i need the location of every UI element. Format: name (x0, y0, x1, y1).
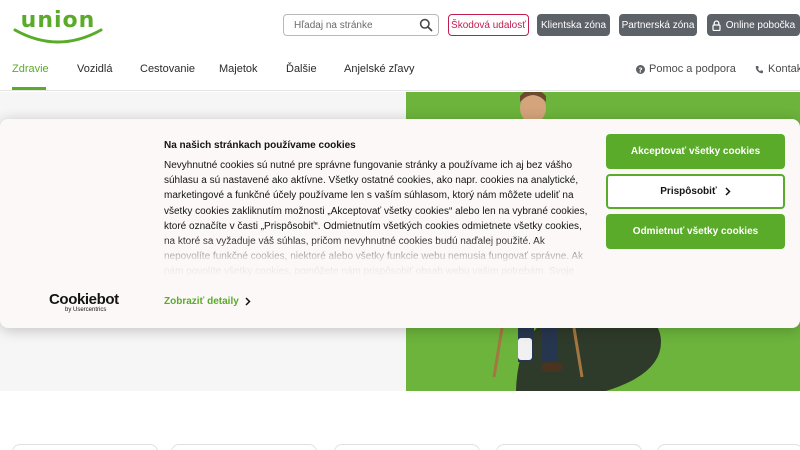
cookie-banner: Na našich stránkach používame cookies Ne… (0, 119, 800, 328)
search-input[interactable] (284, 15, 416, 35)
nav-item-anjelske-zlavy[interactable]: Anjelské zľavy (344, 63, 414, 75)
lock-icon (712, 19, 721, 31)
product-card[interactable] (12, 444, 158, 450)
partner-zone-label: Partnerská zóna (621, 19, 695, 31)
product-card[interactable] (657, 444, 800, 450)
chevron-right-icon (725, 187, 731, 196)
cookiebot-logo-main: Cookiebot (49, 291, 119, 308)
search-box[interactable] (283, 14, 439, 36)
deny-all-label: Odmietnuť všetky cookies (632, 226, 759, 237)
svg-text:?: ? (638, 66, 642, 74)
product-card[interactable] (334, 444, 480, 450)
main-nav: Zdravie Vozidlá Cestovanie Majetok Ďalši… (0, 55, 800, 91)
nav-item-zdravie[interactable]: Zdravie (12, 63, 49, 75)
chevron-right-icon (245, 297, 251, 306)
union-logo[interactable]: union (12, 8, 104, 44)
online-branch-label: Online pobočka (725, 19, 796, 31)
accept-all-label: Akceptovať všetky cookies (630, 146, 761, 157)
partner-zone-button[interactable]: Partnerská zóna (619, 14, 697, 36)
client-zone-button[interactable]: Klientska zóna (537, 14, 610, 36)
client-zone-label: Klientska zóna (540, 19, 607, 31)
claim-button[interactable]: Škodová udalosť (448, 14, 529, 36)
cookiebot-logo: Cookiebot by Usercentrics (49, 291, 119, 313)
product-card[interactable] (171, 444, 317, 450)
show-details-link[interactable]: Zobraziť detaily (164, 296, 251, 307)
search-icon[interactable] (419, 18, 433, 32)
nav-item-majetok[interactable]: Majetok (219, 63, 258, 75)
question-circle-icon: ? (636, 64, 645, 74)
help-label: Pomoc a podpora (649, 63, 736, 75)
customize-cookies-button[interactable]: Prispôsobiť (606, 174, 785, 209)
online-branch-button[interactable]: Online pobočka (707, 14, 800, 36)
phone-icon (755, 65, 763, 73)
contact-link[interactable]: Kontakt (755, 63, 800, 75)
cookie-title: Na našich stránkach používame cookies (164, 140, 356, 151)
claim-button-label: Škodová udalosť (451, 19, 526, 31)
help-link[interactable]: ? Pomoc a podpora (636, 63, 736, 75)
customize-label: Prispôsobiť (660, 186, 717, 197)
cookie-text-fade (160, 237, 600, 279)
contact-label: Kontakt (768, 63, 800, 75)
nav-item-vozidla[interactable]: Vozidlá (77, 63, 112, 75)
nav-item-dalsie[interactable]: Ďalšie (286, 63, 317, 75)
product-card[interactable] (496, 444, 642, 450)
nav-item-cestovanie[interactable]: Cestovanie (140, 63, 195, 75)
active-nav-indicator (12, 87, 46, 90)
deny-all-cookies-button[interactable]: Odmietnuť všetky cookies (606, 214, 785, 249)
logo-swoosh (13, 28, 103, 44)
accept-all-cookies-button[interactable]: Akceptovať všetky cookies (606, 134, 785, 169)
show-details-label: Zobraziť detaily (164, 296, 239, 307)
